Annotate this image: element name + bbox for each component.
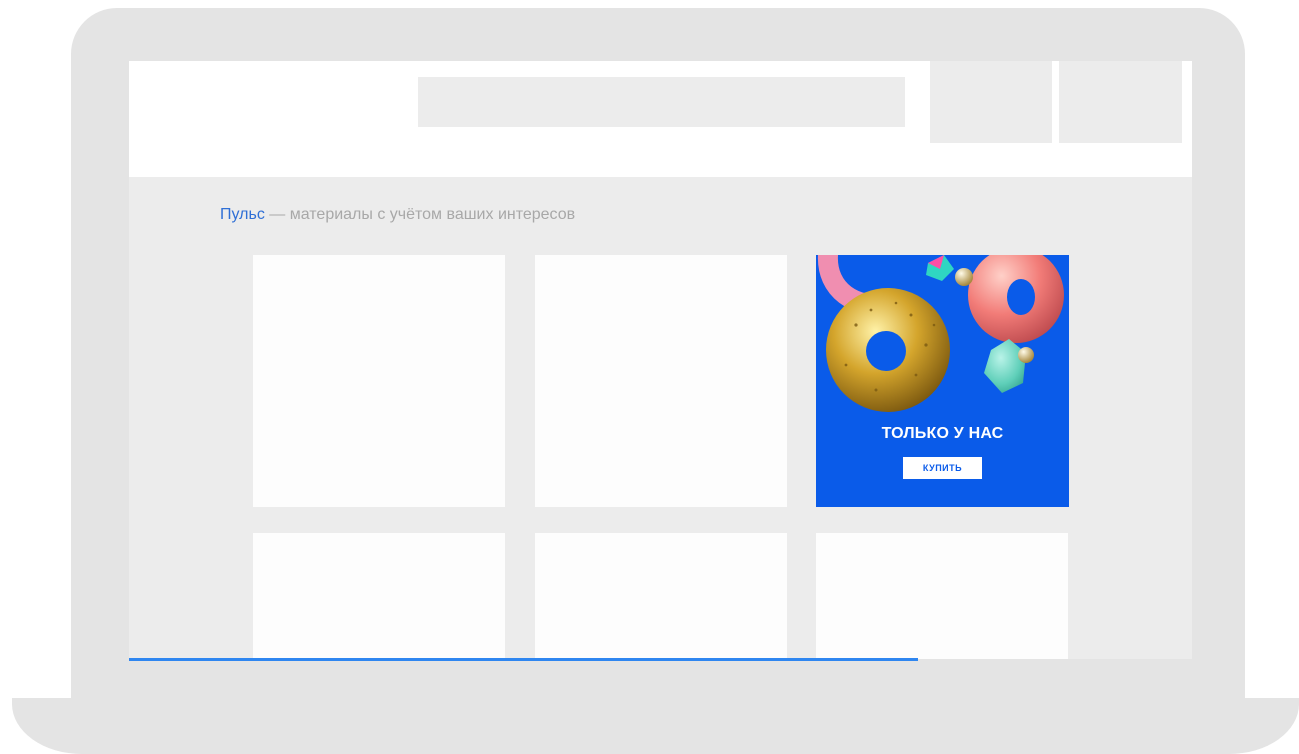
loading-progress-line	[129, 658, 918, 661]
feed-card[interactable]	[816, 533, 1068, 659]
feed-card[interactable]	[253, 533, 505, 659]
laptop-base	[12, 698, 1299, 754]
screen: Пульс — материалы с учётом ваших интерес…	[129, 61, 1192, 659]
donuts-illustration	[817, 255, 1064, 412]
header	[129, 61, 1192, 177]
search-bar-placeholder[interactable]	[418, 77, 905, 127]
ad-banner[interactable]: ТОЛЬКО У НАС КУПИТЬ	[816, 255, 1069, 507]
feed-card[interactable]	[535, 533, 787, 659]
header-button-placeholder[interactable]	[930, 61, 1052, 143]
pulse-link[interactable]: Пульс	[220, 206, 265, 223]
buy-button[interactable]: КУПИТЬ	[903, 457, 982, 479]
feed-card[interactable]	[535, 255, 787, 507]
ad-title: ТОЛЬКО У НАС	[881, 425, 1004, 442]
feed-card[interactable]	[253, 255, 505, 507]
pulse-description: — материалы с учётом ваших интересов	[264, 206, 576, 223]
header-button-placeholder[interactable]	[1059, 61, 1182, 143]
pulse-heading: Пульс — материалы с учётом ваших интерес…	[220, 206, 575, 224]
